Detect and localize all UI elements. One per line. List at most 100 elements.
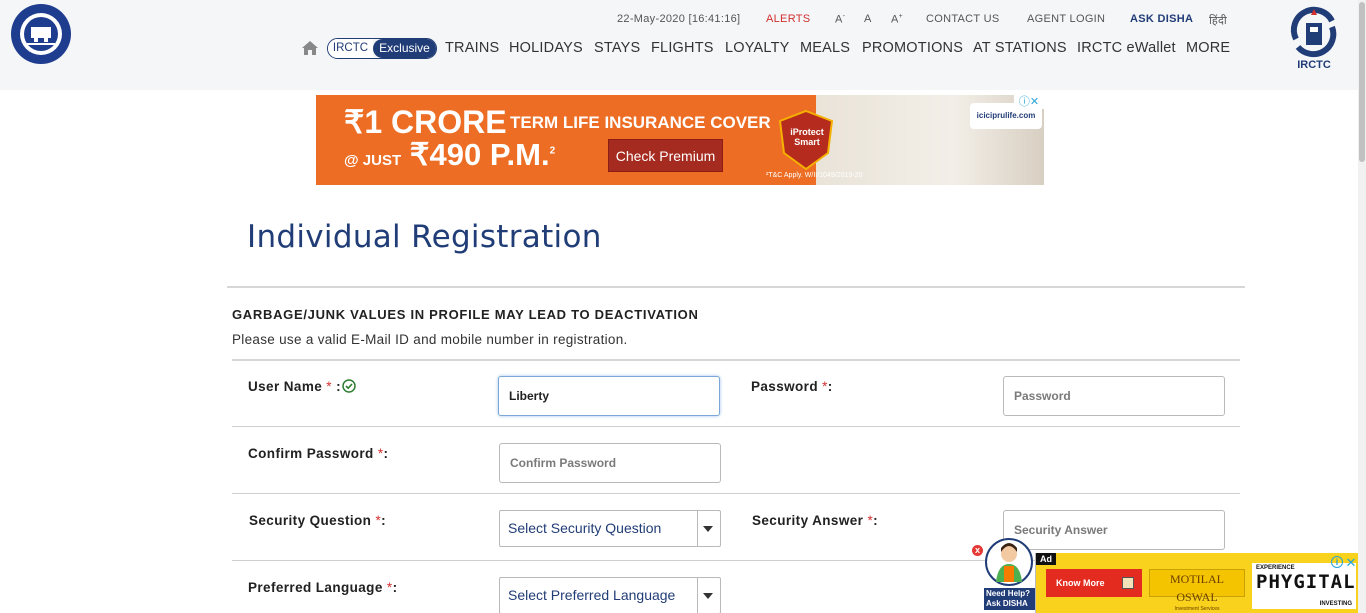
row-divider (232, 426, 1240, 427)
dropdown-toggle[interactable] (697, 511, 720, 546)
ad-badge-text: iProtect Smart (790, 127, 824, 147)
know-more-button[interactable]: Know More (1046, 569, 1142, 597)
confirm-password-label-text: Confirm Password (248, 446, 374, 461)
font-increase-letter: A (891, 13, 899, 26)
need-help-ask-disha[interactable]: Need Help? Ask DISHA (984, 588, 1036, 610)
font-normal-button[interactable]: A (864, 13, 872, 25)
password-input[interactable] (1003, 376, 1225, 416)
user-name-input[interactable] (498, 376, 720, 416)
top-links: 22-May-2020 [16:41:16] ALERTS A- A A+ CO… (0, 13, 1240, 27)
disha-close-icon[interactable]: x (972, 545, 983, 556)
know-more-label: Know More (1056, 578, 1105, 588)
ad-sub-line: TERM LIFE INSURANCE COVER (510, 113, 771, 132)
confirm-password-input[interactable] (499, 443, 721, 483)
motilal-oswal-logo: MOTILAL OSWAL Investment Services (1149, 569, 1245, 612)
label-colon: : (827, 379, 833, 394)
nav-irctc-ewallet[interactable]: IRCTC eWallet (1077, 40, 1176, 56)
ask-disha-link[interactable]: ASK DISHA (1130, 13, 1193, 25)
security-answer-input[interactable] (1003, 510, 1225, 550)
ad-price: ₹490 P.M. (409, 137, 550, 172)
site-header: 22-May-2020 [16:41:16] ALERTS A- A A+ CO… (0, 0, 1358, 90)
ad-price-prefix: @ JUST (344, 152, 402, 169)
nav-more[interactable]: MORE (1186, 40, 1230, 56)
chevron-down-icon (703, 593, 713, 599)
label-colon: : (381, 513, 387, 528)
font-increase-sign: + (898, 13, 904, 20)
ad-choices-close-icon[interactable]: ⓘ✕ (1014, 95, 1044, 109)
agent-login-link[interactable]: AGENT LOGIN (1027, 13, 1105, 25)
preferred-language-label: Preferred Language *: (248, 580, 397, 595)
font-increase-button[interactable]: A+ (891, 13, 903, 26)
exclusive-pill-irctc: IRCTC (328, 39, 373, 58)
phygital-investing-panel: EXPERIENCE PHYGITAL INVESTING (1252, 563, 1356, 609)
preferred-language-value: Select Preferred Language (508, 587, 676, 603)
motilal-oswal-ad[interactable]: Ad Know More MOTILAL OSWAL Investment Ser… (1035, 553, 1360, 613)
insurance-ad-banner[interactable]: ₹1 CRORE TERM LIFE INSURANCE COVER @ JUS… (316, 95, 1044, 185)
font-decrease-letter: A (835, 13, 843, 26)
nav-holidays[interactable]: HOLIDAYS (509, 40, 583, 56)
hindi-language-link[interactable]: हिंदी (1209, 13, 1227, 28)
contact-us-link[interactable]: CONTACT US (926, 13, 1000, 25)
label-colon: : (873, 513, 879, 528)
label-colon: : (392, 580, 398, 595)
phygital-investing: INVESTING (1319, 601, 1352, 607)
ad-info-icon[interactable]: i (1331, 556, 1343, 568)
user-name-label: User Name * : (248, 379, 356, 394)
preferred-language-select[interactable]: Select Preferred Language (499, 577, 721, 613)
disha-help-line2: Ask DISHA (986, 599, 1028, 608)
label-colon: : (336, 379, 342, 394)
row-divider (232, 493, 1240, 494)
label-colon: : (383, 446, 389, 461)
nav-trains[interactable]: TRAINS (445, 40, 499, 56)
ad-price-line: @ JUST ₹490 P.M.2 (344, 137, 555, 173)
nav-meals[interactable]: MEALS (800, 40, 850, 56)
security-question-select[interactable]: Select Security Question (499, 510, 721, 547)
alerts-link[interactable]: ALERTS (766, 13, 810, 25)
nav-stays[interactable]: STAYS (594, 40, 640, 56)
font-decrease-button[interactable]: A- (835, 13, 845, 26)
font-decrease-sign: - (842, 13, 846, 20)
disha-help-line1: Need Help? (986, 589, 1031, 598)
irctc-logo[interactable]: IRCTC (1286, 5, 1342, 77)
page: 22-May-2020 [16:41:16] ALERTS A- A A+ CO… (0, 0, 1366, 613)
nav-promotions[interactable]: PROMOTIONS (862, 40, 963, 56)
security-answer-label-text: Security Answer (752, 513, 864, 528)
confirm-password-label: Confirm Password *: (248, 446, 388, 461)
password-label: Password *: (751, 379, 833, 394)
ad-close-icon[interactable]: ✕ (1344, 556, 1358, 570)
nav-loyalty[interactable]: LOYALTY (725, 40, 790, 56)
irctc-exclusive-button[interactable]: IRCTC Exclusive (327, 38, 437, 59)
irctc-logo-mark (1290, 6, 1337, 58)
home-icon[interactable] (302, 41, 318, 55)
datetime-display: 22-May-2020 [16:41:16] (617, 13, 741, 25)
dropdown-toggle[interactable] (697, 578, 720, 613)
security-question-value: Select Security Question (508, 520, 662, 536)
exclusive-pill-label: Exclusive (373, 39, 436, 58)
page-scrollbar[interactable] (1358, 0, 1366, 613)
chevron-down-icon (703, 526, 713, 532)
title-divider (227, 286, 1245, 288)
preferred-language-label-text: Preferred Language (248, 580, 383, 595)
check-circle-icon (342, 379, 356, 393)
check-premium-button[interactable]: Check Premium (608, 139, 723, 172)
page-title: Individual Registration (247, 219, 602, 255)
form-top-divider (232, 359, 1240, 361)
ad-tnc: ²T&C Apply. W/II/1049/2019-20 (766, 172, 863, 179)
warning-title: GARBAGE/JUNK VALUES IN PROFILE MAY LEAD … (232, 307, 699, 322)
motilal-oswal-brand: MOTILAL OSWAL (1170, 572, 1224, 604)
phygital-word: PHYGITAL (1256, 571, 1356, 593)
security-answer-label: Security Answer *: (752, 513, 878, 528)
scrollbar-thumb[interactable] (1359, 2, 1365, 162)
ad-price-sup: 2 (549, 145, 556, 157)
motilal-oswal-sub: Investment Services (1174, 606, 1220, 612)
nav-flights[interactable]: FLIGHTS (651, 40, 714, 56)
user-name-label-text: User Name (248, 379, 323, 394)
ad-big-line: ₹1 CRORE (344, 104, 507, 140)
document-icon (1122, 577, 1134, 589)
security-question-label-text: Security Question (249, 513, 372, 528)
nav-at-stations[interactable]: AT STATIONS (973, 40, 1067, 56)
warning-text: Please use a valid E-Mail ID and mobile … (232, 332, 628, 347)
ad-tag: Ad (1036, 553, 1056, 565)
security-question-label: Security Question *: (249, 513, 386, 528)
irctc-logo-text: IRCTC (1297, 59, 1331, 71)
